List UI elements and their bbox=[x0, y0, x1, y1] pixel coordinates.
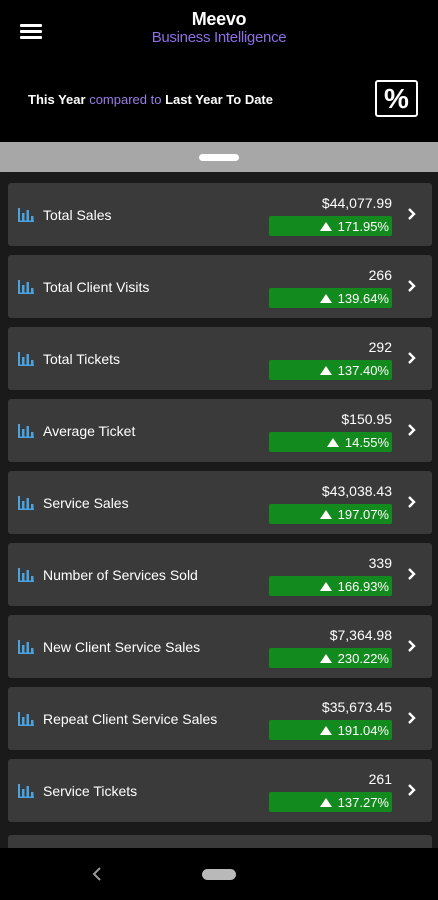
metric-value: 266 bbox=[368, 267, 392, 283]
brand-name: Meevo bbox=[191, 9, 247, 29]
metric-row[interactable]: Service Tickets 261 137.27% bbox=[8, 759, 432, 822]
drawer-handle-bar[interactable] bbox=[0, 142, 438, 172]
metric-value: $44,077.99 bbox=[321, 195, 392, 211]
change-percent: 230.22% bbox=[337, 650, 389, 666]
metric-label: Total Tickets bbox=[43, 351, 121, 367]
up-triangle-icon bbox=[319, 365, 332, 375]
comparison-label: This Year compared to Last Year To Date bbox=[28, 92, 273, 107]
chevron-right-icon[interactable] bbox=[407, 783, 417, 797]
metric-row[interactable]: Number of Services Sold 339 166.93% bbox=[8, 543, 432, 606]
chevron-right-icon[interactable] bbox=[407, 711, 417, 725]
metric-row[interactable]: Total Client Visits 266 139.64% bbox=[8, 255, 432, 318]
chevron-right-icon[interactable] bbox=[407, 279, 417, 293]
change-percent: 166.93% bbox=[337, 578, 389, 594]
metric-value: 261 bbox=[368, 771, 392, 787]
chevron-right-icon[interactable] bbox=[407, 639, 417, 653]
change-badge: 171.95% bbox=[269, 216, 392, 236]
home-pill-icon[interactable] bbox=[202, 869, 236, 880]
metric-row[interactable]: Average Ticket $150.95 14.55% bbox=[8, 399, 432, 462]
change-percent: 137.27% bbox=[337, 794, 389, 810]
chevron-right-icon[interactable] bbox=[407, 423, 417, 437]
change-badge: 197.07% bbox=[269, 504, 392, 524]
metric-row[interactable]: New Client Service Sales $7,364.98 230.22% bbox=[8, 615, 432, 678]
comparison-period: This Year bbox=[28, 92, 86, 107]
change-badge: 166.93% bbox=[269, 576, 392, 596]
metric-value: $35,673.45 bbox=[321, 699, 392, 715]
up-triangle-icon bbox=[319, 293, 332, 303]
comparison-baseline: Last Year To Date bbox=[165, 92, 273, 107]
metric-row[interactable]: Service Sales $43,038.43 197.07% bbox=[8, 471, 432, 534]
bar-chart-icon bbox=[18, 712, 34, 726]
up-triangle-icon bbox=[319, 581, 332, 591]
up-triangle-icon bbox=[319, 797, 332, 807]
bar-chart-icon bbox=[18, 208, 34, 222]
change-badge: 191.04% bbox=[269, 720, 392, 740]
metric-label: Repeat Client Service Sales bbox=[43, 711, 218, 727]
change-percent: 137.40% bbox=[337, 362, 389, 378]
metric-value: $150.95 bbox=[341, 411, 392, 427]
metric-label: Number of Services Sold bbox=[43, 567, 198, 583]
app-header: Meevo Business Intelligence This Year co… bbox=[0, 0, 438, 142]
metric-row[interactable]: Total Tickets 292 137.40% bbox=[8, 327, 432, 390]
chevron-right-icon[interactable] bbox=[407, 495, 417, 509]
bar-chart-icon bbox=[18, 352, 34, 366]
metric-value: 339 bbox=[368, 555, 392, 571]
change-badge: 230.22% bbox=[269, 648, 392, 668]
metric-label: Total Sales bbox=[43, 207, 112, 223]
metric-label: Service Tickets bbox=[43, 783, 138, 799]
up-triangle-icon bbox=[326, 437, 339, 447]
metric-label: Average Ticket bbox=[43, 423, 136, 439]
percent-toggle-button[interactable]: % bbox=[375, 80, 418, 117]
bar-chart-icon bbox=[18, 640, 34, 654]
chevron-right-icon[interactable] bbox=[407, 567, 417, 581]
brand-subtitle: Business Intelligence bbox=[151, 29, 287, 46]
change-percent: 191.04% bbox=[337, 722, 389, 738]
metric-value: $43,038.43 bbox=[321, 483, 392, 499]
change-badge: 139.64% bbox=[269, 288, 392, 308]
up-triangle-icon bbox=[319, 653, 332, 663]
chevron-right-icon[interactable] bbox=[407, 207, 417, 221]
up-triangle-icon bbox=[319, 725, 332, 735]
metric-row[interactable]: Repeat Client Service Sales $35,673.45 191… bbox=[8, 687, 432, 750]
bar-chart-icon bbox=[18, 784, 34, 798]
metric-label: New Client Service Sales bbox=[43, 639, 201, 655]
change-badge: 137.40% bbox=[269, 360, 392, 380]
metric-value: $7,364.98 bbox=[329, 627, 392, 643]
change-percent: 197.07% bbox=[337, 506, 389, 522]
up-triangle-icon bbox=[319, 221, 332, 231]
change-percent: 171.95% bbox=[337, 218, 389, 234]
metrics-list[interactable]: Total Sales $44,077.99 171.95% Total Client… bbox=[0, 172, 438, 848]
bar-chart-icon bbox=[18, 424, 34, 438]
system-nav-bar bbox=[0, 848, 438, 900]
list-item-partial bbox=[8, 835, 432, 848]
metric-label: Service Sales bbox=[43, 495, 129, 511]
brand-logo: Meevo Business Intelligence bbox=[0, 10, 438, 45]
change-badge: 14.55% bbox=[269, 432, 392, 452]
up-triangle-icon bbox=[319, 509, 332, 519]
comparison-connector: compared to bbox=[89, 92, 162, 107]
drag-handle[interactable] bbox=[199, 154, 239, 161]
bar-chart-icon bbox=[18, 280, 34, 294]
change-percent: 14.55% bbox=[344, 434, 389, 450]
chevron-right-icon[interactable] bbox=[407, 351, 417, 365]
metric-label: Total Client Visits bbox=[43, 279, 150, 295]
metric-row[interactable]: Total Sales $44,077.99 171.95% bbox=[8, 183, 432, 246]
change-badge: 137.27% bbox=[269, 792, 392, 812]
bar-chart-icon bbox=[18, 568, 34, 582]
metric-value: 292 bbox=[368, 339, 392, 355]
back-chevron-icon[interactable] bbox=[90, 865, 104, 883]
change-percent: 139.64% bbox=[337, 290, 389, 306]
bar-chart-icon bbox=[18, 496, 34, 510]
